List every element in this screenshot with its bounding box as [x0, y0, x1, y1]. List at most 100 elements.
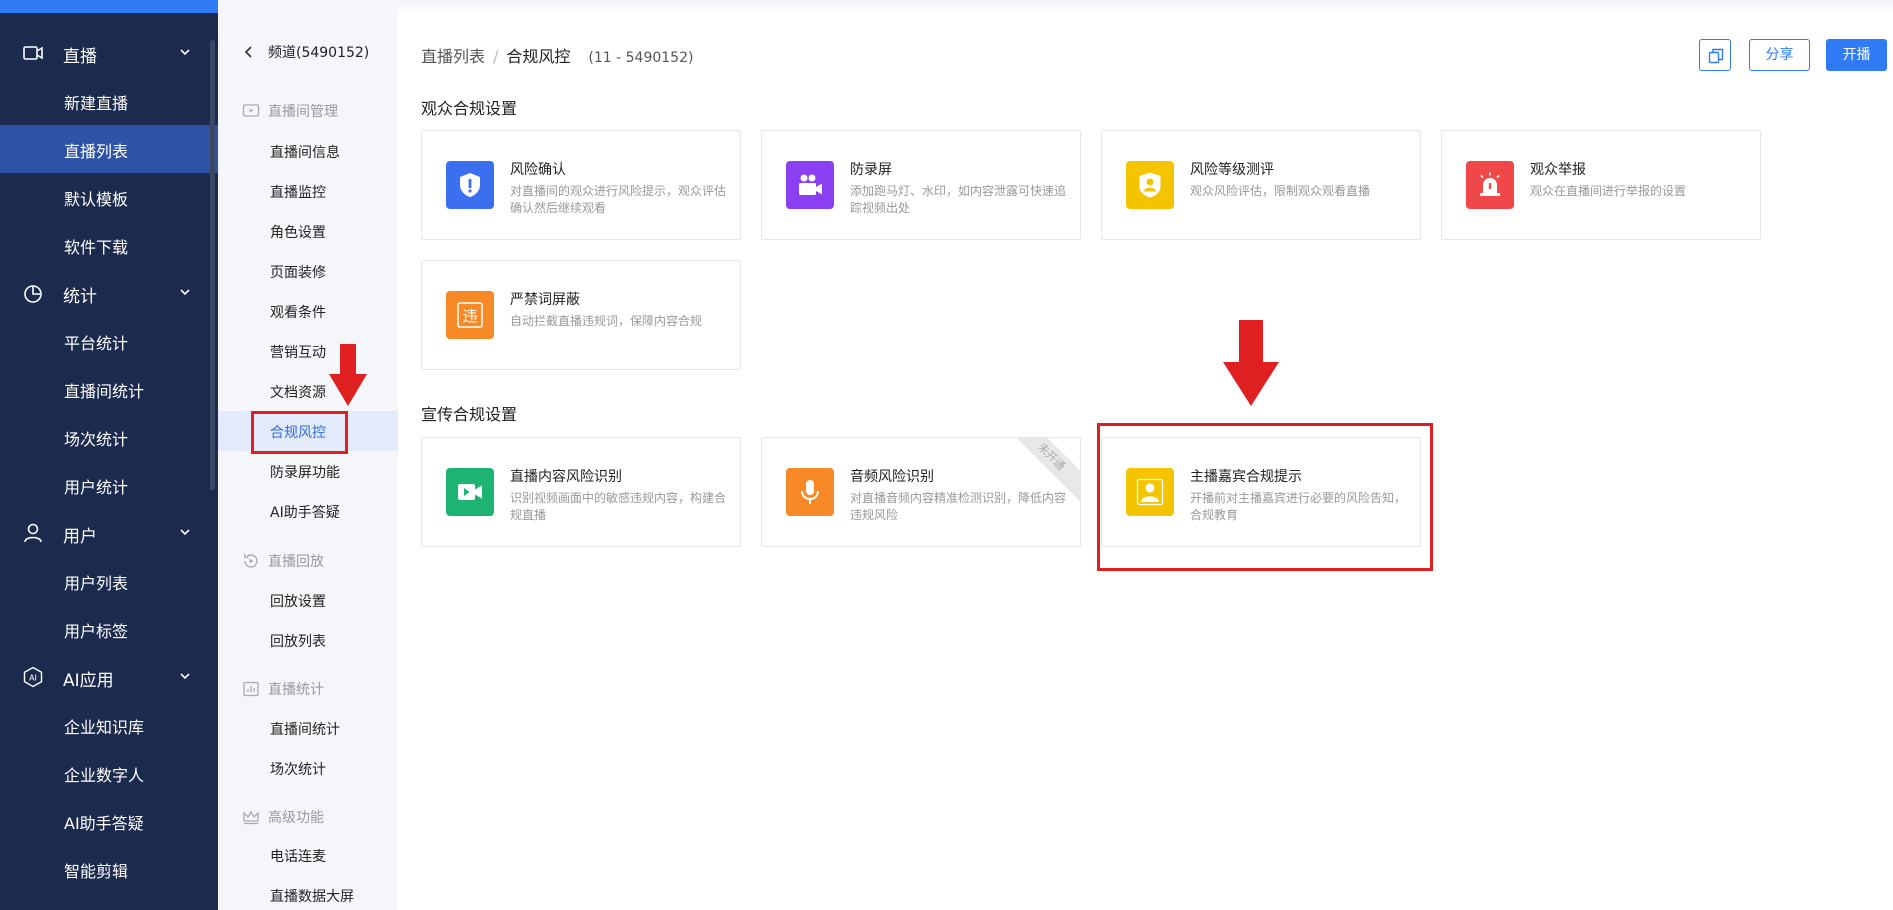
sub-item-highlight-box	[251, 411, 348, 454]
channel-sidebar: 频道(5490152) 直播间管理 直播间信息 直播监控 角色设置 页面装修 观…	[218, 0, 398, 910]
ai-icon: AI	[23, 666, 43, 688]
card-description: 自动拦截直播违规词，保障内容合规	[510, 314, 703, 328]
sidebar-group-users[interactable]: 用户	[0, 509, 218, 557]
sidebar-group-label: 用户	[63, 527, 97, 547]
start-live-button[interactable]: 开播	[1826, 39, 1887, 71]
sub-item-ai-assistant[interactable]: AI助手答疑	[218, 491, 398, 531]
card-title: 观众举报	[1530, 162, 1586, 178]
annotation-arrow-down-icon	[329, 344, 367, 406]
bar-chart-icon	[243, 681, 259, 697]
sidebar-item-ai-assistant[interactable]: AI助手答疑	[0, 797, 218, 845]
microphone-icon	[801, 480, 819, 504]
card-audience-report[interactable]: 观众举报 观众在直播间进行举报的设置	[1441, 130, 1761, 240]
section-title-audience: 观众合规设置	[421, 99, 518, 118]
card-icon-box	[1126, 161, 1174, 209]
sidebar-item-default-template[interactable]: 默认模板	[0, 173, 218, 221]
sub-item-room-stats[interactable]: 直播间统计	[218, 708, 398, 748]
card-risk-level[interactable]: 风险等级测评 观众风险评估，限制观众观看直播	[1101, 130, 1421, 240]
card-title: 严禁词屏蔽	[510, 292, 580, 308]
chevron-down-icon	[180, 673, 190, 680]
sub-section-advanced: 高级功能	[242, 807, 324, 827]
card-anti-record[interactable]: 防录屏 添加跑马灯、水印，如内容泄露可快速追踪视频出处	[761, 130, 1081, 240]
card-icon-box	[446, 468, 494, 516]
card-description: 识别视频画面中的敏感违规内容，构建合规直播	[510, 491, 727, 522]
sub-item-replay-settings[interactable]: 回放设置	[218, 580, 398, 620]
sidebar-item-user-list[interactable]: 用户列表	[0, 557, 218, 605]
sub-item-role-settings[interactable]: 角色设置	[218, 211, 398, 251]
sidebar-item-user-tags[interactable]: 用户标签	[0, 605, 218, 653]
copy-button[interactable]	[1699, 39, 1731, 71]
breadcrumb-current: 合规风控	[506, 47, 571, 66]
card-title: 防录屏	[850, 162, 892, 178]
breadcrumb-separator: /	[493, 47, 499, 66]
sub-item-page-decoration[interactable]: 页面装修	[218, 251, 398, 291]
sidebar-item-room-stats[interactable]: 直播间统计	[0, 365, 218, 413]
channel-back-button[interactable]: 频道(5490152)	[242, 42, 369, 62]
main-sidebar: 直播 新建直播 直播列表 默认模板 软件下载 统计 平台统计 直播间统计 场次统…	[0, 0, 218, 910]
sidebar-item-platform-stats[interactable]: 平台统计	[0, 317, 218, 365]
card-icon-box	[446, 161, 494, 209]
sidebar-group-label: 直播	[63, 47, 97, 67]
card-description: 添加跑马灯、水印，如内容泄露可快速追踪视频出处	[850, 184, 1067, 215]
sidebar-item-live-list[interactable]: 直播列表	[0, 125, 218, 173]
card-content-risk[interactable]: 直播内容风险识别 识别视频画面中的敏感违规内容，构建合规直播	[421, 437, 741, 547]
alarm-icon	[1480, 172, 1500, 196]
sub-item-marketing[interactable]: 营销互动	[218, 331, 398, 371]
sub-item-phone-mic[interactable]: 电话连麦	[218, 835, 398, 875]
sidebar-group-label: AI应用	[63, 671, 114, 691]
sub-item-watch-conditions[interactable]: 观看条件	[218, 291, 398, 331]
card-description: 观众在直播间进行举报的设置	[1530, 184, 1687, 198]
sub-item-room-info[interactable]: 直播间信息	[218, 131, 398, 171]
sidebar-item-user-stats[interactable]: 用户统计	[0, 461, 218, 509]
card-highlight-box	[1097, 423, 1433, 571]
chevron-left-icon	[244, 46, 252, 58]
sub-section-room-management: 直播间管理	[242, 101, 338, 121]
user-icon	[24, 523, 42, 543]
chevron-down-icon	[180, 289, 190, 296]
top-shadow	[398, 0, 1893, 14]
forbidden-word-glyph: 违	[462, 307, 477, 325]
sub-item-anti-record[interactable]: 防录屏功能	[218, 451, 398, 491]
sub-item-replay-list[interactable]: 回放列表	[218, 620, 398, 660]
sidebar-item-knowledge-base[interactable]: 企业知识库	[0, 701, 218, 749]
card-description: 对直播间的观众进行风险提示，观众评估确认然后继续观看	[510, 184, 727, 215]
card-forbidden-words[interactable]: 违 严禁词屏蔽 自动拦截直播违规词，保障内容合规	[421, 260, 741, 370]
sidebar-group-live[interactable]: 直播	[0, 29, 218, 77]
pie-chart-icon	[24, 285, 42, 303]
sub-item-live-monitor[interactable]: 直播监控	[218, 171, 398, 211]
sidebar-item-session-stats[interactable]: 场次统计	[0, 413, 218, 461]
chevron-down-icon	[180, 529, 190, 536]
channel-label: 频道(5490152)	[268, 45, 370, 61]
sidebar-item-new-live[interactable]: 新建直播	[0, 77, 218, 125]
card-icon-box: 违	[446, 291, 494, 339]
sidebar-group-ai[interactable]: AI AI应用	[0, 653, 218, 701]
sidebar-item-software-download[interactable]: 软件下载	[0, 221, 218, 269]
camera-people-icon	[799, 174, 822, 195]
card-icon-box	[1466, 161, 1514, 209]
card-risk-confirm[interactable]: 风险确认 对直播间的观众进行风险提示，观众评估确认然后继续观看	[421, 130, 741, 240]
card-title: 直播内容风险识别	[510, 469, 622, 485]
card-title: 风险等级测评	[1190, 162, 1274, 178]
card-description: 观众风险评估，限制观众观看直播	[1190, 184, 1371, 198]
share-button[interactable]: 分享	[1749, 39, 1810, 71]
sidebar-scrollbar[interactable]	[210, 40, 215, 490]
sub-item-session-stats[interactable]: 场次统计	[218, 748, 398, 788]
shield-alert-icon	[460, 173, 480, 197]
breadcrumb-parent[interactable]: 直播列表	[421, 43, 485, 67]
sub-section-replay: 直播回放	[242, 551, 324, 571]
chevron-down-icon	[180, 49, 190, 56]
sidebar-item-smart-edit[interactable]: 智能剪辑	[0, 845, 218, 893]
copy-icon	[1708, 48, 1724, 64]
sidebar-group-stats[interactable]: 统计	[0, 269, 218, 317]
card-icon-box	[786, 161, 834, 209]
sub-item-data-screen[interactable]: 直播数据大屏	[218, 875, 398, 910]
card-description: 对直播音频内容精准检测识别，降低内容违规风险	[850, 491, 1067, 522]
card-audio-risk[interactable]: 音频风险识别 对直播音频内容精准检测识别，降低内容违规风险 未开通	[761, 437, 1081, 547]
card-icon-box	[786, 468, 834, 516]
annotation-arrow-down-icon	[1223, 320, 1279, 406]
sidebar-item-digital-human[interactable]: 企业数字人	[0, 749, 218, 797]
card-title: 风险确认	[510, 162, 566, 178]
card-title: 音频风险识别	[850, 469, 934, 485]
replay-icon	[243, 553, 258, 568]
sub-item-documents[interactable]: 文档资源	[218, 371, 398, 411]
